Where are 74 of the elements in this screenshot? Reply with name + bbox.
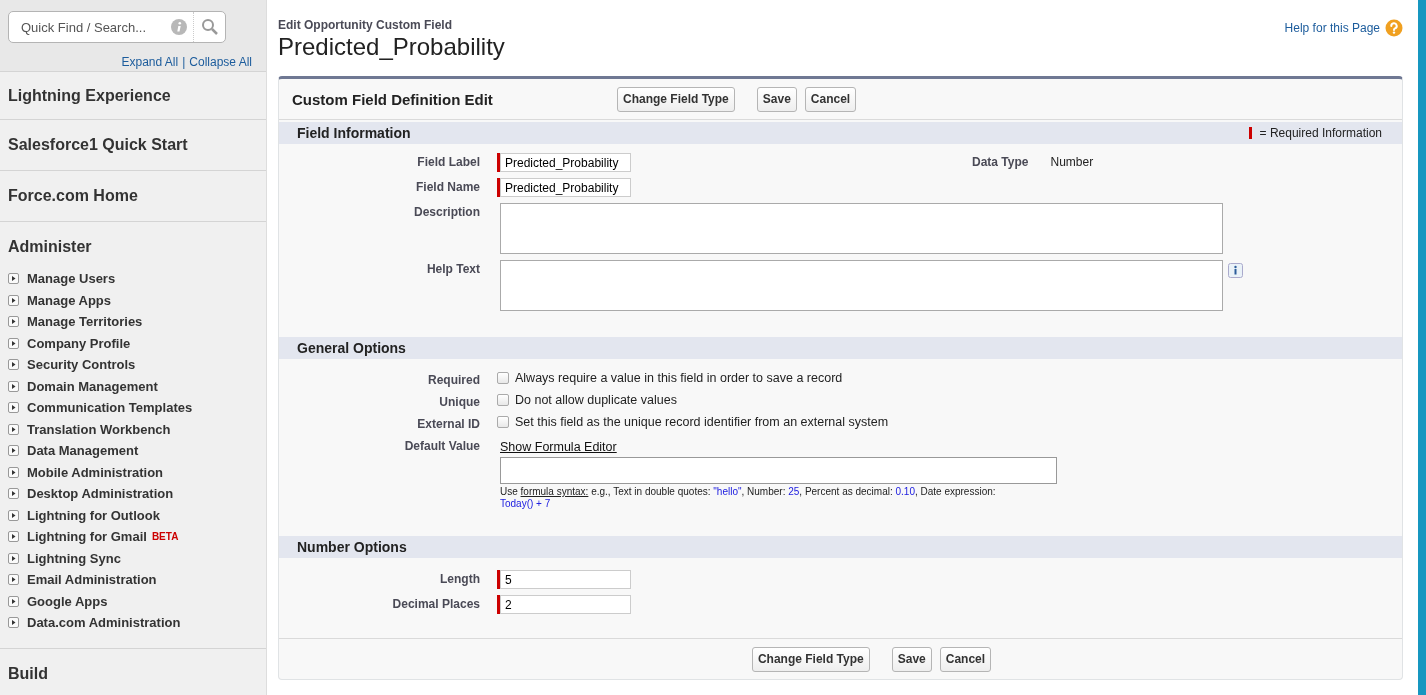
beta-label: BETA (151, 531, 179, 543)
sidebar-item[interactable]: Data Management (27, 443, 139, 459)
panel-title: Custom Field Definition Edit (292, 90, 494, 108)
field-label: Unique (438, 394, 480, 409)
default-value-field[interactable] (500, 457, 1057, 484)
sidebar-section-heading[interactable]: Administer (8, 222, 258, 272)
field-label: Length (439, 571, 480, 588)
help-icon (1385, 19, 1403, 37)
field-label: External ID (416, 416, 480, 431)
info-icon (171, 19, 187, 35)
checkbox[interactable] (497, 416, 509, 428)
sidebar-section-heading[interactable]: Build (8, 648, 258, 695)
section-title: Number Options (297, 539, 407, 555)
field-label: Field Label (416, 154, 480, 171)
sidebar-item[interactable]: Domain Management (27, 378, 158, 394)
text-field[interactable]: 5 (500, 570, 631, 589)
required-legend: = Required Information (1259, 126, 1382, 140)
change-field-type-button[interactable]: Change Field Type (617, 86, 735, 112)
cancel-button[interactable]: Cancel (804, 86, 857, 112)
checkbox[interactable] (497, 372, 509, 384)
sidebar-item[interactable]: Translation Workbench (27, 421, 171, 437)
sidebar-item[interactable]: Data.com Administration (27, 615, 181, 631)
sidebar-item[interactable]: Company Profile (27, 335, 131, 351)
text-field[interactable]: Predicted_Probability (500, 178, 631, 197)
required-marker (1248, 127, 1252, 139)
sidebar-item[interactable]: Manage Territories (27, 314, 143, 330)
text-area[interactable] (500, 260, 1223, 311)
search-input[interactable]: Quick Find / Search... (19, 18, 171, 36)
page-title: Predicted_Probability (278, 33, 506, 61)
field-label: Help Text (425, 261, 480, 278)
sidebar-item[interactable]: Manage Apps (27, 292, 112, 308)
text-field[interactable]: Predicted_Probability (500, 153, 631, 172)
field-label: Decimal Places (391, 596, 480, 613)
sidebar-item[interactable]: Desktop Administration (27, 486, 174, 502)
sidebar-item[interactable]: Mobile Administration (27, 464, 164, 480)
sidebar-item[interactable]: Google Apps (27, 593, 108, 609)
section-title: Field Information (297, 125, 411, 141)
save-button[interactable]: Save (756, 86, 797, 112)
separator: | (182, 55, 186, 69)
sidebar-item[interactable]: Email Administration (27, 572, 157, 588)
sidebar-item[interactable]: Lightning for Outlook (27, 507, 160, 523)
sidebar-section-heading[interactable]: Salesforce1 Quick Start (8, 120, 258, 170)
sidebar-item[interactable]: Security Controls (27, 357, 136, 373)
change-field-type-button[interactable]: Change Field Type (751, 646, 870, 672)
save-button[interactable]: Save (891, 646, 932, 672)
formula-syntax-link[interactable]: formula syntax: (520, 486, 589, 497)
checkbox[interactable] (497, 394, 509, 406)
collapse-all-link[interactable]: Collapse All (189, 55, 252, 69)
show-formula-editor-link[interactable]: Show Formula Editor (500, 440, 617, 454)
sidebar-item[interactable]: Communication Templates (27, 400, 193, 416)
expand-all-link[interactable]: Expand All (121, 55, 179, 69)
page-subtitle: Edit Opportunity Custom Field (278, 17, 452, 32)
sidebar-item[interactable]: Lightning Sync (27, 550, 121, 566)
cancel-button[interactable]: Cancel (939, 646, 992, 672)
text-field[interactable]: 2 (500, 595, 631, 614)
sidebar-section-heading[interactable]: Lightning Experience (8, 72, 258, 119)
field-label: Description (413, 204, 480, 221)
help-link[interactable]: Help for this Page (1284, 21, 1380, 35)
sidebar-section-heading[interactable]: Force.com Home (8, 171, 258, 221)
field-label: Field Name (414, 179, 480, 196)
search-icon (200, 18, 219, 36)
sidebar-item[interactable]: Lightning for Gmail (27, 529, 147, 545)
field-label: Required (427, 372, 480, 387)
formula-hint: Use formula syntax: e.g., Text in double quotes: "hello", Number: 25, Percent as decimal: 0.10, Date expression: Today() + 7 (500, 486, 997, 510)
checkbox-label: Set this field as the unique record identifier from an external system (515, 415, 889, 429)
sidebar-item[interactable]: Manage Users (27, 271, 116, 287)
checkbox-label: Do not allow duplicate values (515, 393, 677, 407)
search-bar[interactable]: Quick Find / Search... (8, 11, 226, 43)
field-label: Data Type (972, 154, 1029, 169)
field-label: Default Value (403, 438, 480, 455)
field-value: Number (1050, 154, 1094, 169)
section-title: General Options (297, 340, 406, 356)
checkbox-label: Always require a value in this field in order to save a record (515, 371, 843, 385)
text-area[interactable] (500, 203, 1223, 254)
